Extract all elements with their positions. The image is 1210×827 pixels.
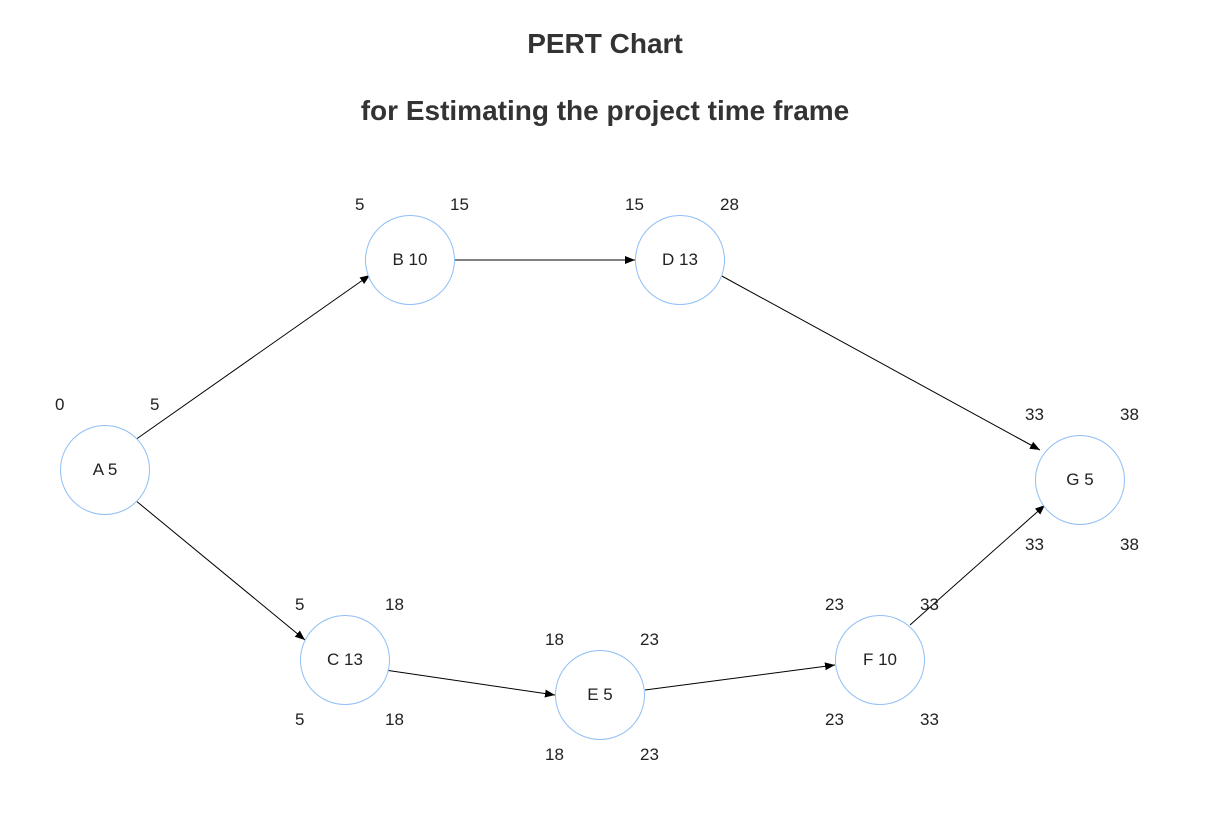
node-c-ls: 5 — [295, 710, 304, 730]
node-g: G 5 — [1035, 435, 1125, 525]
node-a-es: 0 — [55, 395, 64, 415]
node-c-label: C 13 — [327, 650, 363, 670]
node-e-ef: 23 — [640, 630, 659, 650]
node-f-es: 23 — [825, 595, 844, 615]
node-g-es: 33 — [1025, 405, 1044, 425]
node-e-es: 18 — [545, 630, 564, 650]
node-c-ef: 18 — [385, 595, 404, 615]
node-b: B 10 — [365, 215, 455, 305]
node-f-lf: 33 — [920, 710, 939, 730]
chart-title-line1: PERT Chart — [0, 28, 1210, 60]
node-d-ef: 28 — [720, 195, 739, 215]
node-b-es: 5 — [355, 195, 364, 215]
edge-d-g — [720, 275, 1040, 450]
node-g-ef: 38 — [1120, 405, 1139, 425]
node-c-es: 5 — [295, 595, 304, 615]
node-a: A 5 — [60, 425, 150, 515]
node-a-ef: 5 — [150, 395, 159, 415]
edge-a-b — [135, 275, 370, 440]
node-b-label: B 10 — [393, 250, 428, 270]
node-d: D 13 — [635, 215, 725, 305]
node-e-label: E 5 — [587, 685, 613, 705]
node-g-label: G 5 — [1066, 470, 1093, 490]
edge-c-e — [385, 670, 555, 695]
node-c: C 13 — [300, 615, 390, 705]
node-c-lf: 18 — [385, 710, 404, 730]
node-f-ef: 33 — [920, 595, 939, 615]
node-d-es: 15 — [625, 195, 644, 215]
node-f-label: F 10 — [863, 650, 897, 670]
edge-a-c — [135, 500, 305, 640]
node-g-ls: 33 — [1025, 535, 1044, 555]
edge-e-f — [645, 665, 835, 690]
node-a-label: A 5 — [93, 460, 118, 480]
node-b-ef: 15 — [450, 195, 469, 215]
node-d-label: D 13 — [662, 250, 698, 270]
chart-title-line2: for Estimating the project time frame — [0, 95, 1210, 127]
node-f: F 10 — [835, 615, 925, 705]
node-e: E 5 — [555, 650, 645, 740]
node-g-lf: 38 — [1120, 535, 1139, 555]
node-f-ls: 23 — [825, 710, 844, 730]
node-e-ls: 18 — [545, 745, 564, 765]
node-e-lf: 23 — [640, 745, 659, 765]
